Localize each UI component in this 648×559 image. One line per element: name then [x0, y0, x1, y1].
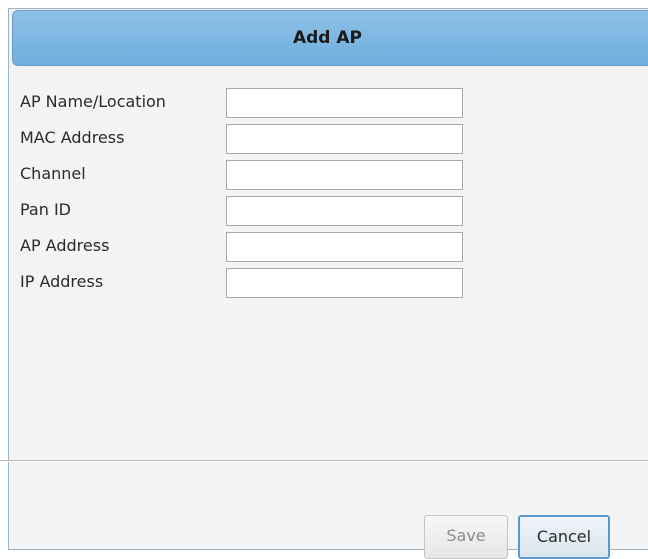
pan-id-input[interactable]	[226, 196, 463, 226]
channel-input[interactable]	[226, 160, 463, 190]
dialog-titlebar: Add AP	[12, 10, 648, 66]
ap-address-label: AP Address	[20, 236, 110, 255]
cancel-button[interactable]: Cancel	[518, 515, 610, 559]
ip-address-label: IP Address	[20, 272, 104, 291]
pan-id-label: Pan ID	[20, 200, 71, 219]
ap-name-input[interactable]	[226, 88, 463, 118]
ap-name-label: AP Name/Location	[20, 92, 166, 111]
dialog-title: Add AP	[292, 28, 363, 48]
channel-label: Channel	[20, 164, 86, 183]
save-button[interactable]: Save	[424, 515, 508, 559]
mac-address-label: MAC Address	[20, 128, 125, 147]
ap-address-input[interactable]	[226, 232, 463, 262]
mac-address-input[interactable]	[226, 124, 463, 154]
ip-address-input[interactable]	[226, 268, 463, 298]
footer-divider-highlight	[0, 461, 648, 462]
